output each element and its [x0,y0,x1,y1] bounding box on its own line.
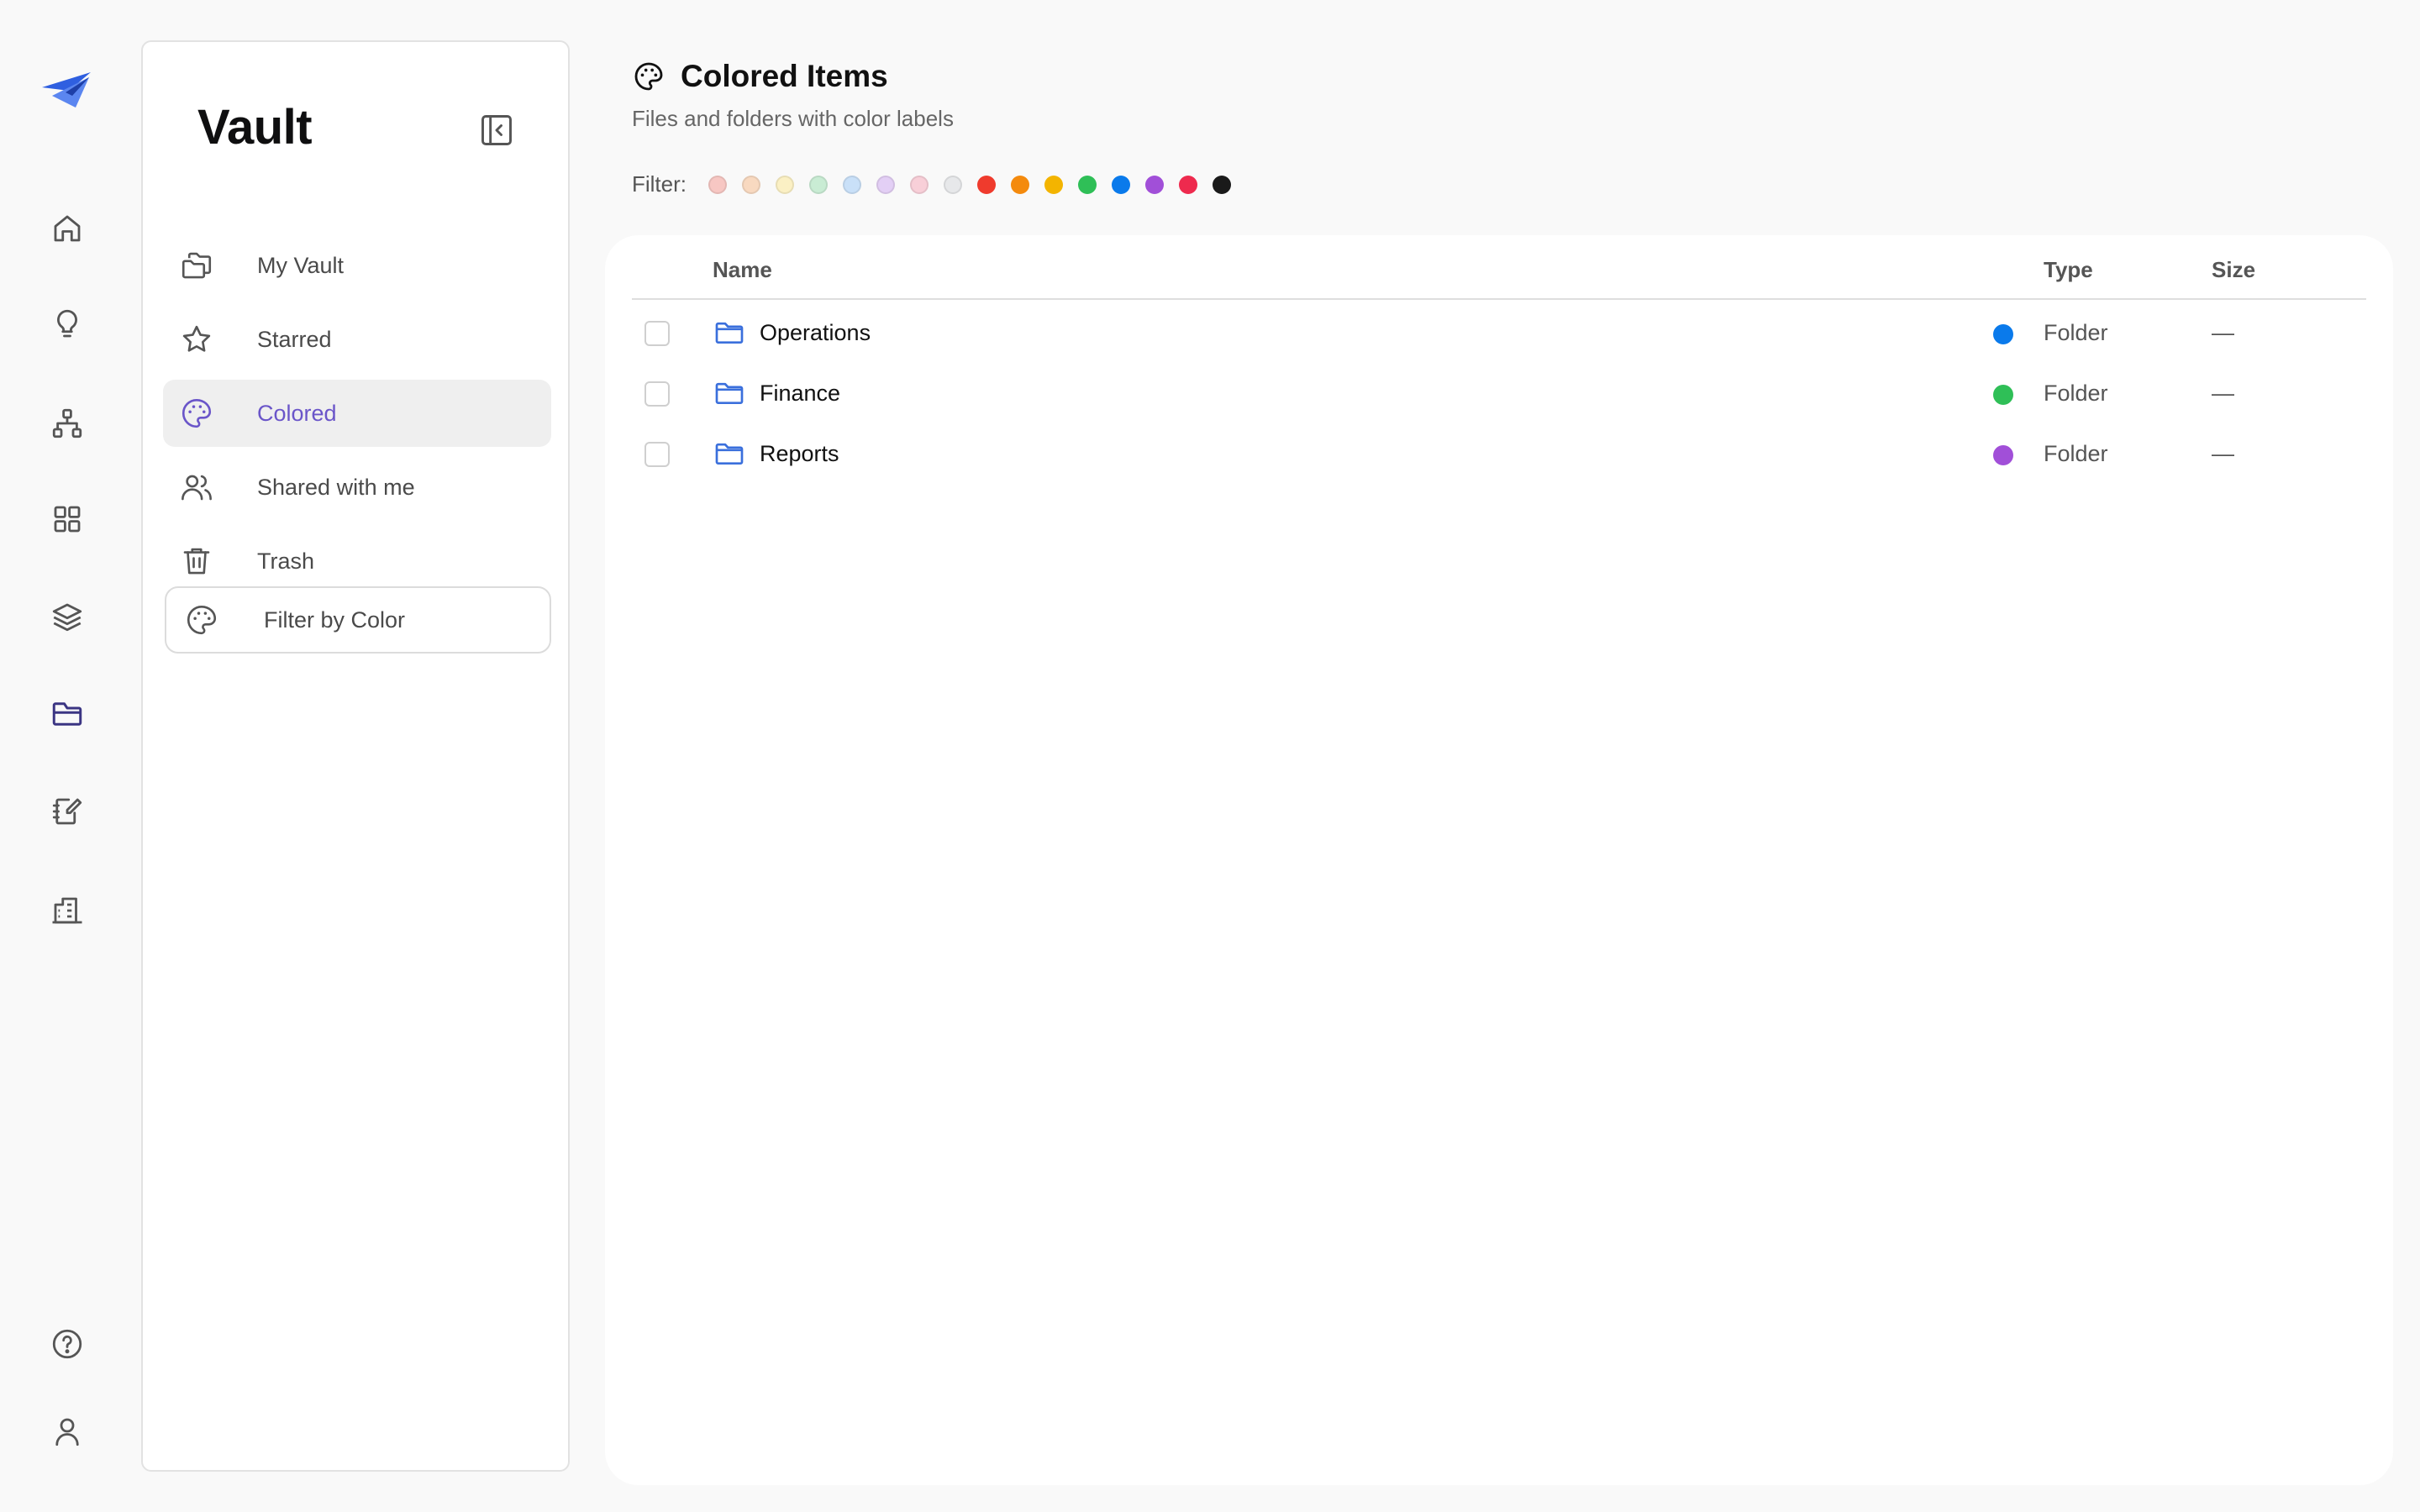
filter-by-color-label: Filter by Color [264,606,406,633]
color-swatch[interactable] [1179,175,1197,194]
sidebar-item-label: Trash [257,548,315,574]
sidebar-item-shared-with-me[interactable]: Shared with me [163,454,551,521]
color-swatch[interactable] [876,175,895,194]
color-label-dot [1993,385,2013,405]
color-swatch[interactable] [1213,175,1231,194]
sidebar-item-my-vault[interactable]: My Vault [163,232,551,299]
palette-icon [183,601,220,638]
color-label-dot [1993,445,2013,465]
app-logo-icon[interactable] [40,71,92,113]
filter-label: Filter: [632,171,687,197]
hierarchy-icon[interactable] [45,402,89,445]
table-row[interactable]: Finance Folder — [632,363,2366,423]
folder-icon [713,376,746,410]
column-header-size[interactable]: Size [2212,257,2255,283]
color-swatch[interactable] [1112,175,1130,194]
help-icon[interactable] [45,1322,89,1366]
color-swatch[interactable] [910,175,929,194]
filter-by-color-button[interactable]: Filter by Color [165,586,551,654]
lightbulb-icon[interactable] [45,302,89,346]
row-size: — [2212,381,2234,406]
sidebar-item-trash[interactable]: Trash [163,528,551,595]
sidebar-item-label: Shared with me [257,474,415,500]
color-swatch[interactable] [1145,175,1164,194]
trash-icon [178,543,215,580]
color-filter-bar: Filter: [632,171,1231,197]
row-size: — [2212,441,2234,466]
color-label-dot [1993,324,2013,344]
row-type: Folder [2044,441,2108,466]
sidebar-item-label: Starred [257,326,332,352]
users-icon [178,469,215,506]
row-checkbox[interactable] [644,442,670,467]
apps-grid-icon[interactable] [45,497,89,541]
folder-icon [713,437,746,470]
color-swatch[interactable] [977,175,996,194]
column-header-name[interactable]: Name [713,257,772,283]
column-header-type[interactable]: Type [2044,257,2093,283]
sidebar-item-starred[interactable]: Starred [163,306,551,373]
palette-icon [632,60,666,93]
app-rail [0,0,134,1512]
color-swatch[interactable] [742,175,760,194]
color-swatch[interactable] [776,175,794,194]
row-type: Folder [2044,320,2108,345]
color-swatch[interactable] [843,175,861,194]
color-swatch[interactable] [1011,175,1029,194]
row-size: — [2212,320,2234,345]
home-icon[interactable] [45,207,89,250]
row-type: Folder [2044,381,2108,406]
color-swatch[interactable] [944,175,962,194]
sidebar-item-label: Colored [257,400,337,426]
sidebar-item-label: My Vault [257,252,345,278]
row-name[interactable]: Reports [760,441,839,467]
color-swatch[interactable] [1078,175,1097,194]
row-checkbox[interactable] [644,321,670,346]
folders-icon [178,247,215,284]
table-row[interactable]: Operations Folder — [632,302,2366,363]
color-swatch[interactable] [809,175,828,194]
folder-open-icon[interactable] [45,692,89,736]
notebook-edit-icon[interactable] [45,790,89,833]
header-divider [632,298,2366,300]
sidebar-title: Vault [197,100,313,155]
sidebar-item-colored[interactable]: Colored [163,380,551,447]
page-header: Colored Items [632,59,888,94]
row-name[interactable]: Operations [760,320,871,346]
page-subtitle: Files and folders with color labels [632,106,954,131]
palette-icon [178,395,215,432]
table-row[interactable]: Reports Folder — [632,423,2366,484]
color-swatch[interactable] [1044,175,1063,194]
row-checkbox[interactable] [644,381,670,407]
user-account-icon[interactable] [45,1410,89,1453]
vault-sidebar: Vault My Vault Starred Colored Shared wi… [141,40,570,1472]
page-title: Colored Items [681,59,888,93]
row-name[interactable]: Finance [760,381,840,407]
building-icon[interactable] [45,889,89,932]
star-icon [178,321,215,358]
folder-icon [713,316,746,349]
collapse-sidebar-icon[interactable] [476,109,518,151]
layers-icon[interactable] [45,595,89,638]
color-swatch[interactable] [708,175,727,194]
